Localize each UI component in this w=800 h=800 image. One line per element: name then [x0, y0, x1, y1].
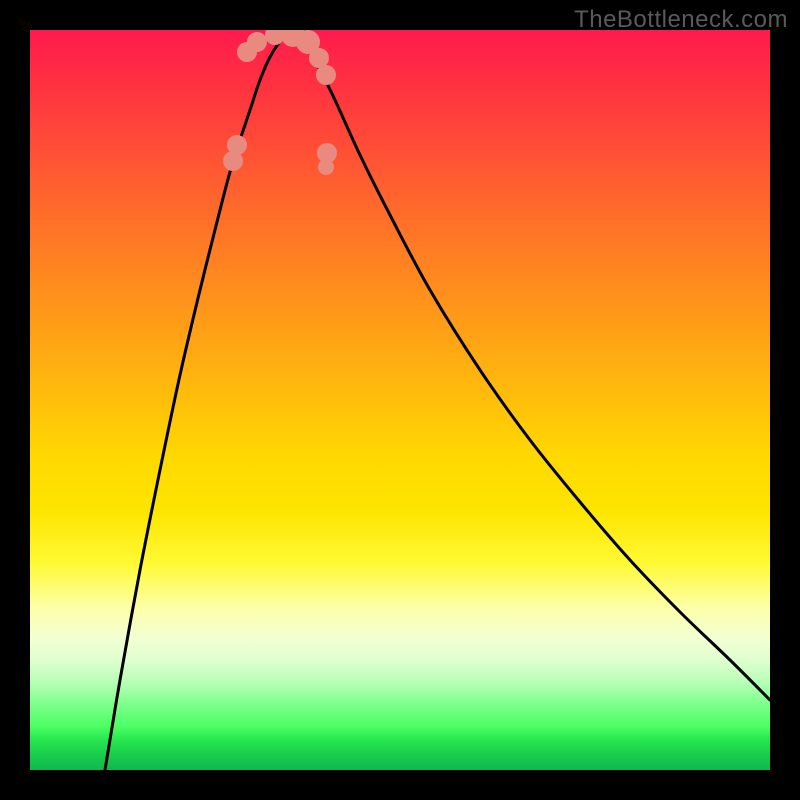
chart-plot-area — [30, 30, 770, 770]
watermark-text: TheBottleneck.com — [574, 6, 788, 34]
